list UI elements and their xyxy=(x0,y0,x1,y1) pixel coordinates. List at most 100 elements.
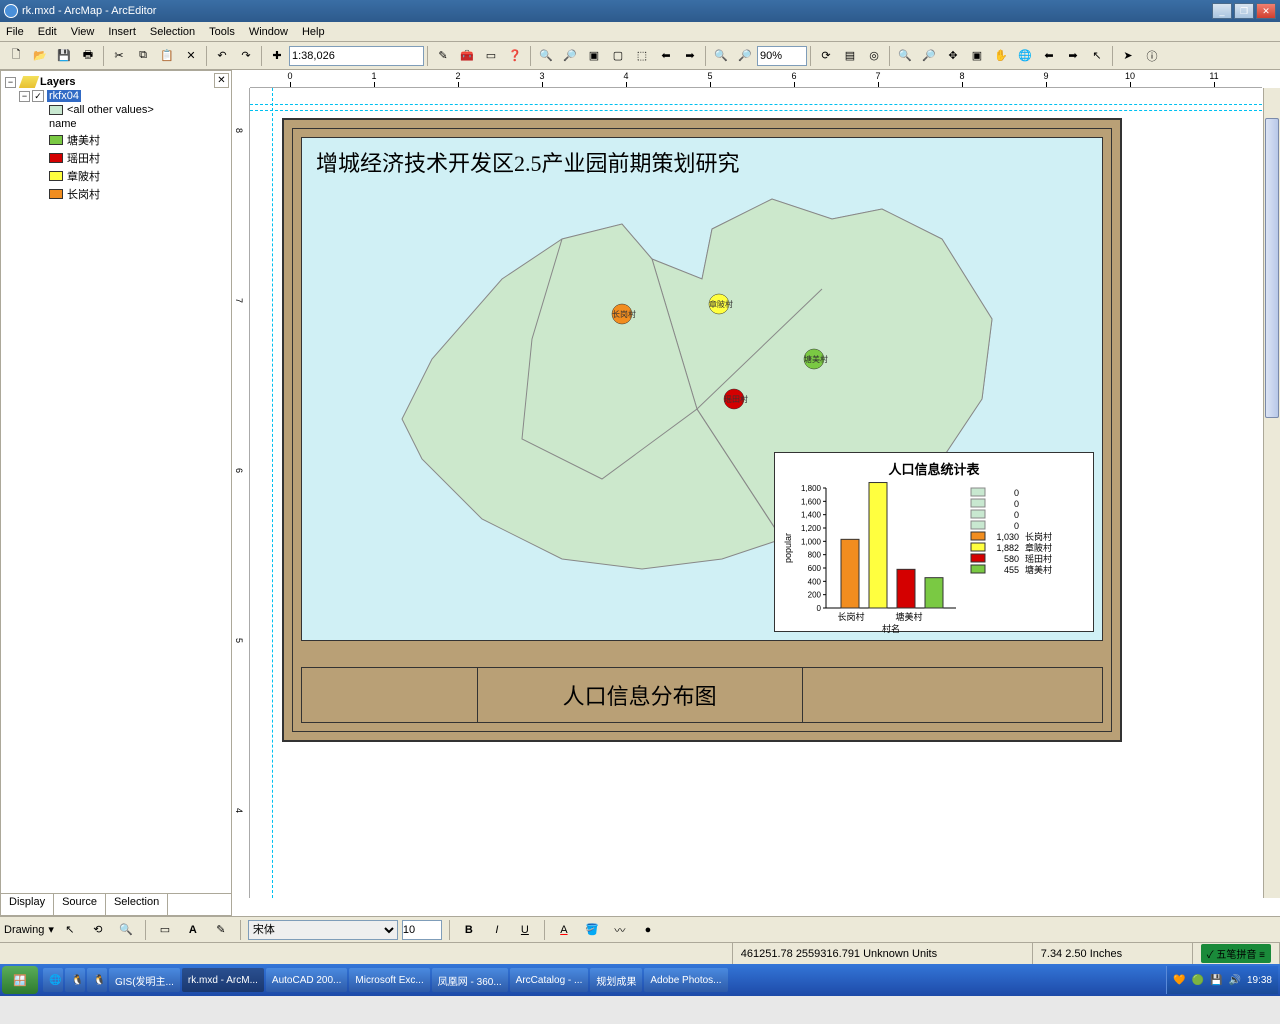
maximize-button[interactable]: ❐ xyxy=(1234,3,1254,19)
bold-icon[interactable]: B xyxy=(458,919,480,941)
close-button[interactable]: ✕ xyxy=(1256,3,1276,19)
zoom-in-icon[interactable]: 🔍 xyxy=(535,45,557,67)
menu-window[interactable]: Window xyxy=(249,26,288,38)
select-elements-icon[interactable]: ↖ xyxy=(59,919,81,941)
zoom-in-tool-icon[interactable]: 🔍 xyxy=(894,45,916,67)
font-select[interactable]: 宋体 xyxy=(248,920,398,940)
menu-selection[interactable]: Selection xyxy=(150,26,195,38)
expand-icon[interactable]: − xyxy=(19,91,30,102)
select-icon[interactable]: ↖ xyxy=(1086,45,1108,67)
tray-icon[interactable]: 🧡 xyxy=(1173,975,1185,986)
marker-color-icon[interactable]: ● xyxy=(637,919,659,941)
tray-icon[interactable]: 💾 xyxy=(1210,975,1222,986)
cut-icon[interactable]: ✂ xyxy=(108,45,130,67)
tray-icon[interactable]: 🟢 xyxy=(1192,975,1204,986)
ime-indicator[interactable]: ✓ 五笔拼音 ≡ xyxy=(1201,944,1271,963)
quick-launch-icon[interactable]: 🌐 xyxy=(43,968,63,992)
fixed-zoom-in-icon[interactable]: ▣ xyxy=(583,45,605,67)
undo-icon[interactable]: ↶ xyxy=(211,45,233,67)
new-icon[interactable]: 🗋 xyxy=(5,45,27,67)
taskbar-item[interactable]: 规划成果 xyxy=(590,968,642,992)
quick-launch-icon[interactable]: 🐧 xyxy=(65,968,85,992)
open-icon[interactable]: 📂 xyxy=(29,45,51,67)
whatsthis-icon[interactable]: ❓ xyxy=(504,45,526,67)
editor-icon[interactable]: ✎ xyxy=(432,45,454,67)
focus-icon[interactable]: ◎ xyxy=(863,45,885,67)
arctoolbox-icon[interactable]: 🧰 xyxy=(456,45,478,67)
delete-icon[interactable]: ✕ xyxy=(180,45,202,67)
underline-icon[interactable]: U xyxy=(514,919,536,941)
zoom-100-icon[interactable]: ▣ xyxy=(966,45,988,67)
menu-help[interactable]: Help xyxy=(302,26,325,38)
menu-edit[interactable]: Edit xyxy=(38,26,57,38)
print-icon[interactable]: 🖶 xyxy=(77,45,99,67)
save-icon[interactable]: 💾 xyxy=(53,45,75,67)
taskbar-item[interactable]: rk.mxd - ArcM... xyxy=(182,968,264,992)
pointer-icon[interactable]: ➤ xyxy=(1117,45,1139,67)
taskbar-item[interactable]: AutoCAD 200... xyxy=(266,968,347,992)
fixed-zoom-out-icon[interactable]: ▢ xyxy=(607,45,629,67)
toggle-draft-icon[interactable]: ▤ xyxy=(839,45,861,67)
refresh-icon[interactable]: ⟳ xyxy=(815,45,837,67)
add-data-icon[interactable]: ✚ xyxy=(266,45,288,67)
line-color-icon[interactable]: 〰 xyxy=(609,919,631,941)
zoom-out-tool-icon[interactable]: 🔎 xyxy=(918,45,940,67)
rotate-icon[interactable]: ⟲ xyxy=(87,919,109,941)
font-color-icon[interactable]: A xyxy=(553,919,575,941)
paste-icon[interactable]: 📋 xyxy=(156,45,178,67)
tab-source[interactable]: Source xyxy=(54,894,106,915)
next-extent-icon[interactable]: ➡ xyxy=(1062,45,1084,67)
edit-vertices-icon[interactable]: ✎ xyxy=(210,919,232,941)
fill-color-icon[interactable]: 🪣 xyxy=(581,919,603,941)
redo-icon[interactable]: ↷ xyxy=(235,45,257,67)
taskbar-item[interactable]: 凤凰网 - 360... xyxy=(432,968,508,992)
toc-symbol-item[interactable]: 长岗村 xyxy=(5,185,227,203)
toc-symbol-item[interactable]: 塘美村 xyxy=(5,131,227,149)
layer-name[interactable]: rkfx04 xyxy=(47,90,81,102)
layout-zoom-out-icon[interactable]: 🔎 xyxy=(734,45,756,67)
toc-symbol-item[interactable]: 瑶田村 xyxy=(5,149,227,167)
toc-tree[interactable]: − Layers − ✓ rkfx04 <all other values> n… xyxy=(1,71,231,893)
taskbar-item[interactable]: Adobe Photos... xyxy=(644,968,727,992)
layer-checkbox[interactable]: ✓ xyxy=(32,90,44,102)
taskbar-item[interactable]: Microsoft Exc... xyxy=(349,968,429,992)
text-icon[interactable]: A xyxy=(182,919,204,941)
copy-icon[interactable]: ⧉ xyxy=(132,45,154,67)
layout-view[interactable]: 01234567891011 87654 增城经济技术开发区2.5产业园前期策划… xyxy=(232,70,1280,916)
scrollbar-vertical[interactable] xyxy=(1263,88,1280,898)
taskbar-item[interactable]: ArcCatalog - ... xyxy=(510,968,589,992)
toc-close-button[interactable]: ✕ xyxy=(214,73,229,88)
italic-icon[interactable]: I xyxy=(486,919,508,941)
tab-selection[interactable]: Selection xyxy=(106,894,168,915)
toc-symbol-item[interactable]: 章陂村 xyxy=(5,167,227,185)
menu-view[interactable]: View xyxy=(71,26,95,38)
back-extent-icon[interactable]: ⬅ xyxy=(655,45,677,67)
rect-icon[interactable]: ▭ xyxy=(154,919,176,941)
map-frame[interactable]: 增城经济技术开发区2.5产业园前期策划研究 长岗村章陂村塘美村瑶田村 人口信息统… xyxy=(301,137,1103,641)
prev-extent-icon[interactable]: ⬅ xyxy=(1038,45,1060,67)
tab-display[interactable]: Display xyxy=(1,894,54,915)
menu-file[interactable]: File xyxy=(6,26,24,38)
font-size-input[interactable] xyxy=(402,920,442,940)
expand-icon[interactable]: − xyxy=(5,77,16,88)
taskbar-item[interactable]: GIS(发明主... xyxy=(109,968,180,992)
cmdline-icon[interactable]: ▭ xyxy=(480,45,502,67)
zoom-out-icon[interactable]: 🔎 xyxy=(559,45,581,67)
system-tray[interactable]: 🧡 🟢 💾 🔊 19:38 xyxy=(1166,966,1278,994)
globe-icon[interactable]: 🌐 xyxy=(1014,45,1036,67)
full-extent-icon[interactable]: ⬚ xyxy=(631,45,653,67)
zoom-whole-icon[interactable]: ✥ xyxy=(942,45,964,67)
clock[interactable]: 19:38 xyxy=(1247,975,1272,986)
menu-tools[interactable]: Tools xyxy=(209,26,235,38)
fwd-extent-icon[interactable]: ➡ xyxy=(679,45,701,67)
zoom-draw-icon[interactable]: 🔍 xyxy=(115,919,137,941)
identify-icon[interactable]: ⓘ xyxy=(1141,45,1163,67)
pan-icon[interactable]: ✋ xyxy=(990,45,1012,67)
map-scale-input[interactable] xyxy=(289,46,424,66)
tray-icon[interactable]: 🔊 xyxy=(1229,975,1241,986)
start-button[interactable]: 🪟 xyxy=(2,966,38,994)
menu-insert[interactable]: Insert xyxy=(108,26,136,38)
layout-zoom-in-icon[interactable]: 🔍 xyxy=(710,45,732,67)
layout-zoom-pct[interactable] xyxy=(757,46,807,66)
minimize-button[interactable]: _ xyxy=(1212,3,1232,19)
